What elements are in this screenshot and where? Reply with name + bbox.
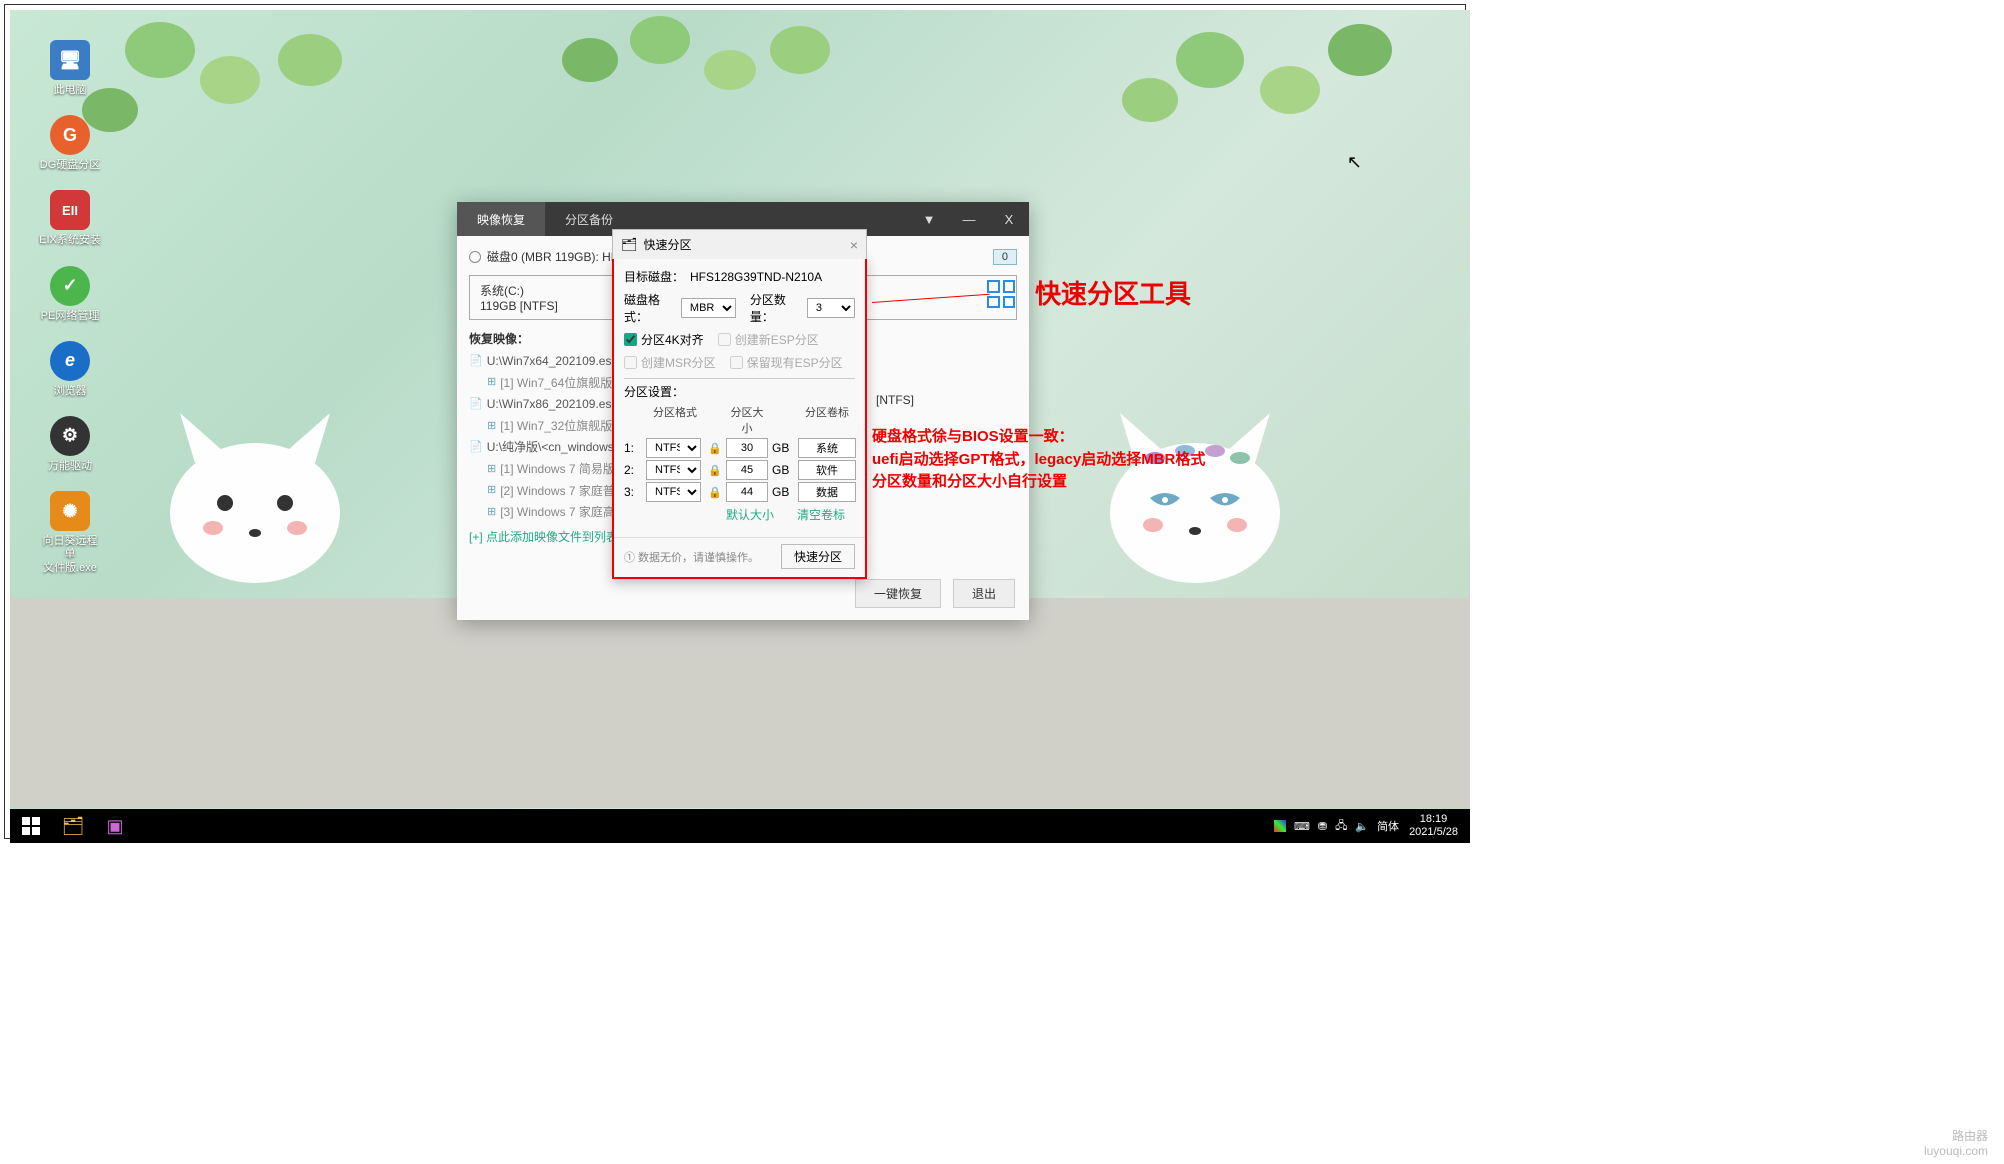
system-tray: ⌨ ⛃ 🖧 🔈 简体 — [1274, 817, 1399, 836]
quick-partition-tool-icon[interactable] — [987, 280, 1015, 308]
dialog-close-button[interactable]: × — [850, 237, 858, 253]
desktop-icon-pe-network[interactable]: ✓PE网络管理 — [38, 266, 102, 323]
taskbar-app-icon[interactable]: ▣ — [98, 811, 132, 841]
wallpaper-leaves — [10, 10, 1470, 230]
ie-icon: e — [50, 341, 90, 381]
desktop-icon-driver[interactable]: ⚙万能驱动 — [38, 416, 102, 473]
lock-icon: 🔒 — [708, 486, 722, 499]
disk-format-select[interactable]: MBR — [681, 298, 736, 318]
partition-settings-label: 分区设置： — [624, 378, 855, 400]
disk-format-label: 磁盘格式： — [624, 291, 675, 325]
target-disk-value: HFS128G39TND-N210A — [690, 270, 822, 284]
partition-size-input[interactable] — [726, 460, 768, 480]
desktop-icon-eix-install[interactable]: EIIEIX系统安装 — [38, 190, 102, 247]
desktop-icon-sunlogin[interactable]: ✺向日葵远程单 文件版.exe — [38, 491, 102, 575]
partition-row-3: 3: NTFS 🔒 GB 数据 — [624, 482, 855, 502]
tab-image-restore[interactable]: 映像恢复 — [457, 202, 545, 236]
one-click-restore-button[interactable]: 一键恢复 — [855, 579, 941, 608]
tray-volume-icon[interactable]: 🔈 — [1355, 820, 1369, 833]
annotation-text: 硬盘格式徐与BIOS设置一致： uefi启动选择GPT格式，legacy启动选择… — [872, 426, 1205, 494]
exit-button[interactable]: 退出 — [953, 579, 1015, 608]
dg-icon: G — [50, 115, 90, 155]
wallpaper-cat-left — [155, 403, 355, 583]
lock-icon: 🔒 — [708, 464, 722, 477]
partition-vol-input[interactable]: 系统 — [798, 438, 856, 458]
net-icon: ✓ — [50, 266, 90, 306]
default-size-link[interactable]: 默认大小 — [726, 506, 774, 523]
taskbar-explorer-icon[interactable]: 🗂 — [56, 811, 90, 841]
lock-icon: 🔒 — [708, 442, 722, 455]
annotation-title: 快速分区工具 — [1035, 274, 1191, 311]
dropdown-icon[interactable]: ▼ — [909, 202, 949, 236]
ntfs-label: [NTFS] — [876, 393, 914, 407]
desktop-icon-dg-partition[interactable]: GDG硬盘分区 — [38, 115, 102, 172]
eix-icon: EII — [50, 190, 90, 230]
desktop-icon-browser[interactable]: e浏览器 — [38, 341, 102, 398]
tray-disk-icon[interactable]: ⛃ — [1318, 820, 1327, 833]
minimize-button[interactable]: ― — [949, 202, 989, 236]
sunlogin-icon: ✺ — [50, 491, 90, 531]
partition-row-2: 2: NTFS 🔒 GB 软件 — [624, 460, 855, 480]
tray-keyboard-icon[interactable]: ⌨ — [1294, 820, 1310, 833]
partition-format-select[interactable]: NTFS — [646, 482, 701, 502]
dialog-titlebar: 🗂 快速分区 × — [612, 229, 867, 259]
tray-ime[interactable]: 简体 — [1377, 818, 1399, 834]
warning-text: ① 数据无价，请谨慎操作。 — [624, 549, 759, 565]
taskbar-clock[interactable]: 18:19 2021/5/28 — [1409, 813, 1466, 839]
desktop-icon-this-pc[interactable]: 🖥此电脑 — [38, 40, 102, 97]
mouse-cursor-icon: ↖ — [1347, 152, 1362, 173]
partition-size-input[interactable] — [726, 482, 768, 502]
check-msr — [624, 356, 637, 369]
taskbar: 🗂 ▣ ⌨ ⛃ 🖧 🔈 简体 18:19 2021/5/28 — [10, 809, 1470, 843]
disk-index-badge: 0 — [993, 249, 1017, 265]
partition-count-select[interactable]: 3 — [807, 298, 855, 318]
quick-partition-button[interactable]: 快速分区 — [781, 544, 855, 569]
target-disk-label: 目标磁盘： — [624, 268, 684, 285]
start-button[interactable] — [14, 811, 48, 841]
partition-vol-input[interactable]: 数据 — [798, 482, 856, 502]
pc-icon: 🖥 — [50, 40, 90, 80]
check-new-esp — [718, 333, 731, 346]
clear-volume-link[interactable]: 清空卷标 — [797, 506, 845, 523]
partition-size-input[interactable] — [726, 438, 768, 458]
partition-format-select[interactable]: NTFS — [646, 460, 701, 480]
desktop-icon-column: 🖥此电脑 GDG硬盘分区 EIIEIX系统安装 ✓PE网络管理 e浏览器 ⚙万能… — [38, 40, 102, 575]
check-4k-align[interactable] — [624, 333, 637, 346]
partition-row-1: 1: NTFS 🔒 GB 系统 — [624, 438, 855, 458]
gear-icon: ⚙ — [50, 416, 90, 456]
check-keep-esp — [730, 356, 743, 369]
quick-partition-dialog: 🗂 快速分区 × 目标磁盘：HFS128G39TND-N210A 磁盘格式： M… — [612, 257, 867, 579]
wallpaper-wall — [10, 598, 1470, 808]
tray-network-icon[interactable]: 🖧 — [1335, 817, 1347, 836]
partition-icon: 🗂 — [621, 237, 638, 253]
partition-vol-input[interactable]: 软件 — [798, 460, 856, 480]
close-button[interactable]: X — [989, 202, 1029, 236]
dialog-title: 快速分区 — [644, 236, 692, 253]
watermark: 路由器 luyouqi.com — [1924, 1127, 1988, 1158]
tray-color-icon[interactable] — [1274, 820, 1286, 832]
partition-format-select[interactable]: NTFS — [646, 438, 701, 458]
partition-count-label: 分区数量： — [750, 291, 801, 325]
disk-radio-icon — [469, 251, 481, 263]
